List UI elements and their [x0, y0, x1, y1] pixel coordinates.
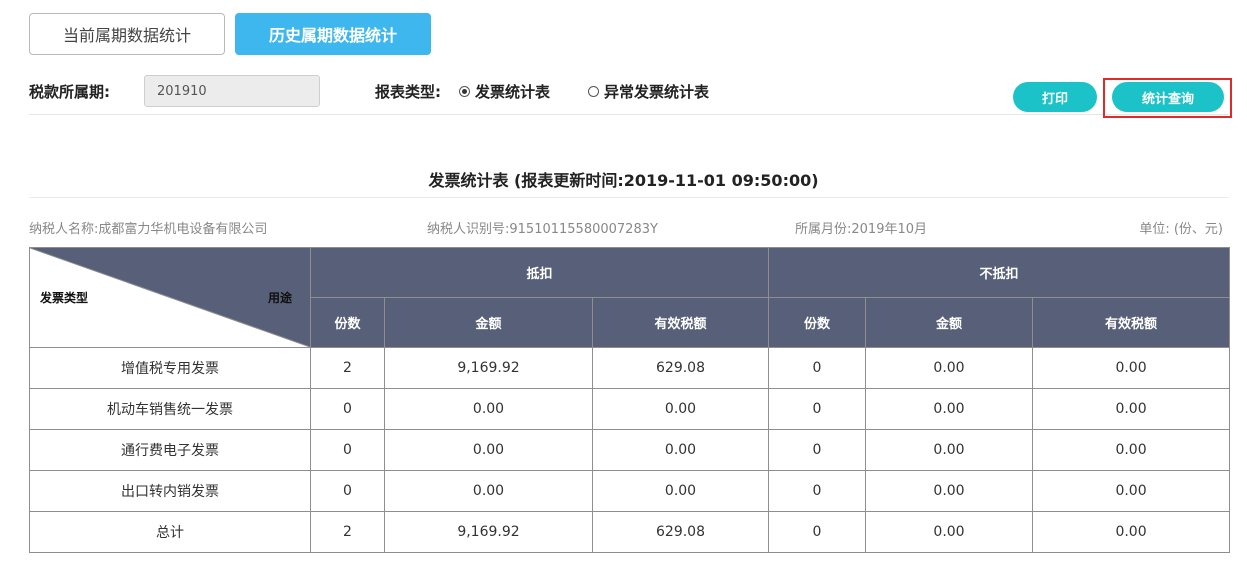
corner-invoice-type: 发票类型 [40, 291, 89, 305]
cell-nondeduct-amount: 0.00 [865, 470, 1034, 512]
cell-nondeduct-count: 0 [768, 470, 867, 512]
cell-deduct-amount: 0.00 [384, 388, 593, 430]
cell-deduct-amount: 0.00 [384, 429, 593, 471]
cell-nondeduct-count: 0 [768, 388, 867, 430]
cell-nondeduct-amount: 0.00 [865, 429, 1034, 471]
period-label: 税款所属期: [29, 83, 110, 101]
cell-nondeduct-amount: 0.00 [865, 511, 1034, 553]
header-nondeduct: 不抵扣 [768, 247, 1231, 298]
table-row: 出口转内销发票 0 0.00 0.00 0 0.00 0.00 [29, 470, 1231, 512]
radio-abnormal-stats-label: 异常发票统计表 [604, 83, 710, 101]
header-nondeduct-amount: 金额 [865, 297, 1034, 348]
cell-invoice-type: 机动车销售统一发票 [29, 388, 311, 430]
cell-nondeduct-amount: 0.00 [865, 388, 1034, 430]
cell-deduct-tax: 629.08 [591, 511, 770, 553]
cell-invoice-type: 总计 [29, 511, 311, 553]
invoice-stats-table: 发票类型 用途 抵扣 不抵扣 份数 金额 有效税额 份数 金额 有效税额 增值税… [29, 247, 1231, 553]
cell-deduct-count: 2 [310, 347, 385, 389]
table-row: 增值税专用发票 2 9,169.92 629.08 0 0.00 0.00 [29, 347, 1231, 389]
cell-deduct-count: 0 [310, 388, 385, 430]
cell-nondeduct-amount: 0.00 [865, 347, 1034, 389]
header-nondeduct-count: 份数 [768, 297, 867, 348]
cell-nondeduct-count: 0 [768, 429, 867, 471]
table-row-total: 总计 2 9,169.92 629.08 0 0.00 0.00 [29, 511, 1231, 553]
cell-deduct-count: 2 [310, 511, 385, 553]
tab-current-period[interactable]: 当前属期数据统计 [29, 13, 225, 55]
cell-deduct-amount: 9,169.92 [384, 347, 593, 389]
radio-abnormal-stats[interactable]: 异常发票统计表 [588, 81, 709, 102]
cell-deduct-tax: 0.00 [591, 388, 770, 430]
cell-deduct-tax: 629.08 [591, 347, 770, 389]
header-deduct-count: 份数 [310, 297, 385, 348]
table-row: 机动车销售统一发票 0 0.00 0.00 0 0.00 0.00 [29, 388, 1231, 430]
radio-unchecked-icon [588, 86, 599, 97]
radio-checked-icon [459, 86, 470, 97]
tab-history-period[interactable]: 历史属期数据统计 [235, 13, 431, 55]
table-corner-header: 发票类型 用途 [29, 247, 311, 348]
cell-nondeduct-tax: 0.00 [1032, 388, 1231, 430]
corner-usage: 用途 [267, 291, 292, 305]
cell-deduct-amount: 0.00 [384, 470, 593, 512]
cell-nondeduct-tax: 0.00 [1032, 347, 1231, 389]
table-row: 通行费电子发票 0 0.00 0.00 0 0.00 0.00 [29, 429, 1231, 471]
stats-query-button[interactable]: 统计查询 [1112, 82, 1224, 112]
period-input[interactable] [144, 75, 320, 107]
report-unit: 单位: (份、元) [1139, 222, 1223, 237]
header-deduct-tax: 有效税额 [591, 297, 770, 348]
taxpayer-name: 纳税人名称:成都富力华机电设备有限公司 [29, 222, 268, 237]
cell-nondeduct-count: 0 [768, 511, 867, 553]
cell-deduct-tax: 0.00 [591, 470, 770, 512]
cell-deduct-count: 0 [310, 429, 385, 471]
header-deduct-amount: 金额 [384, 297, 593, 348]
cell-deduct-count: 0 [310, 470, 385, 512]
cell-nondeduct-count: 0 [768, 347, 867, 389]
cell-nondeduct-tax: 0.00 [1032, 511, 1231, 553]
print-button[interactable]: 打印 [1013, 82, 1097, 112]
radio-invoice-stats-label: 发票统计表 [475, 83, 551, 101]
report-month: 所属月份:2019年10月 [795, 222, 928, 237]
taxpayer-id: 纳税人识别号:91510115580007283Y [427, 222, 658, 237]
cell-deduct-amount: 9,169.92 [384, 511, 593, 553]
title-divider [29, 197, 1229, 198]
report-title: 发票统计表 (报表更新时间:2019-11-01 09:50:00) [428, 171, 819, 190]
header-deduct: 抵扣 [309, 247, 770, 298]
cell-invoice-type: 出口转内销发票 [29, 470, 311, 512]
cell-nondeduct-tax: 0.00 [1032, 470, 1231, 512]
cell-invoice-type: 增值税专用发票 [29, 347, 311, 389]
radio-invoice-stats[interactable]: 发票统计表 [459, 81, 550, 102]
report-type-label: 报表类型: [375, 83, 441, 101]
cell-deduct-tax: 0.00 [591, 429, 770, 471]
header-nondeduct-tax: 有效税额 [1032, 297, 1231, 348]
cell-invoice-type: 通行费电子发票 [29, 429, 311, 471]
cell-nondeduct-tax: 0.00 [1032, 429, 1231, 471]
